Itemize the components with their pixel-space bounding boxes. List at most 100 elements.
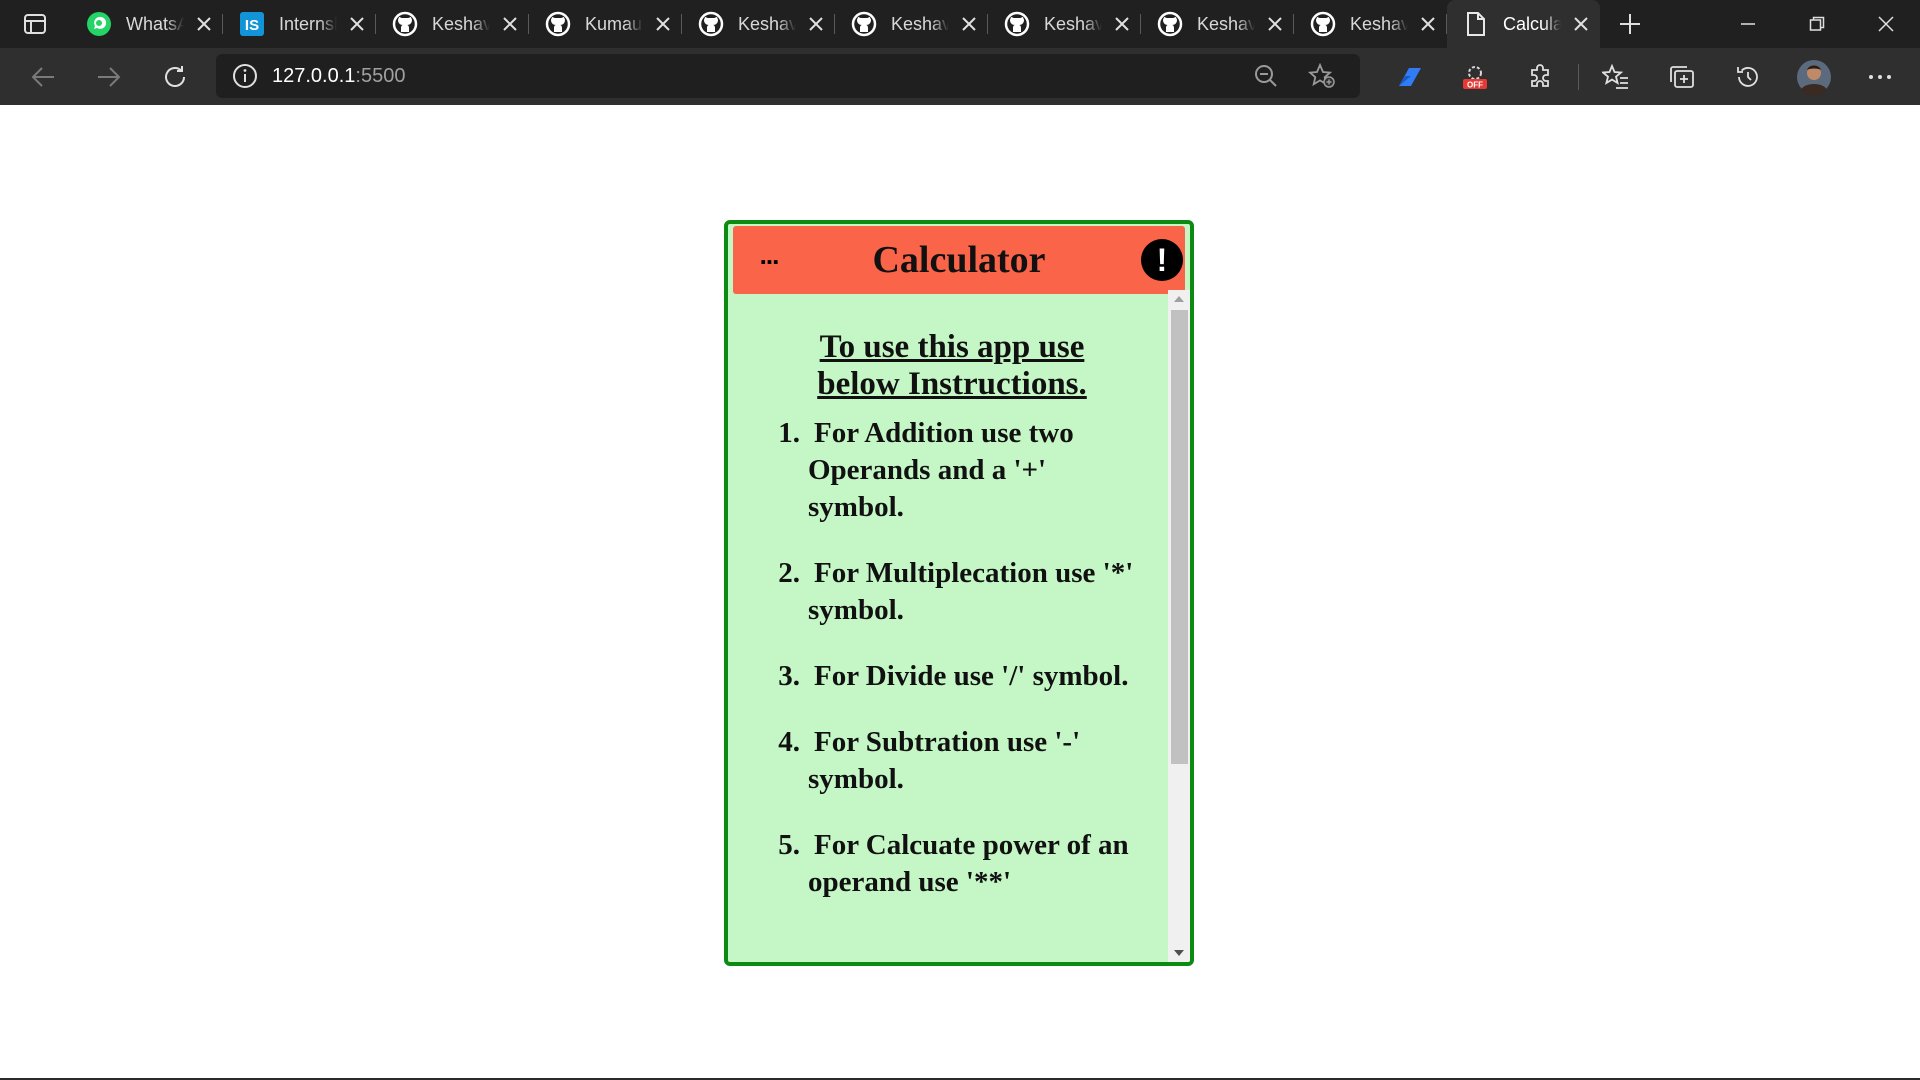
- add-favorite-button[interactable]: [1294, 54, 1350, 98]
- arrow-left-icon: [31, 66, 54, 87]
- close-window-button[interactable]: [1851, 0, 1920, 48]
- tab-title: Keshav: [891, 13, 949, 34]
- puzzle-icon: [1531, 63, 1549, 87]
- triangle-up-icon: [1174, 296, 1184, 302]
- tab-bar: WhatsApp IS Internshala Keshav Kumau: [0, 0, 1920, 48]
- calculator-header: ... Calculator !: [733, 226, 1185, 294]
- tab-title: Keshav: [432, 13, 490, 34]
- tab-github[interactable]: Keshav: [1141, 0, 1294, 48]
- close-tab-icon[interactable]: [500, 14, 520, 34]
- plus-icon: [1620, 14, 1640, 34]
- back-button[interactable]: [10, 52, 76, 102]
- calculator-app: ... Calculator ! To use this app use bel…: [724, 220, 1194, 966]
- address-bar[interactable]: 127.0.0.1:5500: [216, 54, 1360, 98]
- site-info-icon[interactable]: [232, 63, 258, 89]
- tab-title: Calculator: [1503, 13, 1561, 34]
- zoom-button[interactable]: [1238, 54, 1294, 98]
- minimize-button[interactable]: [1713, 0, 1782, 48]
- github-icon: [1004, 11, 1030, 37]
- tab-github[interactable]: Keshav: [835, 0, 988, 48]
- instruction-text: For Calcuate power of an operand use '**…: [808, 829, 1129, 898]
- close-tab-icon[interactable]: [1112, 14, 1132, 34]
- close-icon: [1877, 16, 1894, 32]
- settings-menu-button[interactable]: [1847, 52, 1913, 102]
- instructions-heading: To use this app use below Instructions.: [817, 329, 1087, 402]
- restore-button[interactable]: [1782, 0, 1851, 48]
- tab-title: WhatsApp: [126, 13, 184, 34]
- tab-title: Keshav: [738, 13, 796, 34]
- tab-github[interactable]: Keshav: [682, 0, 835, 48]
- url-text[interactable]: 127.0.0.1:5500: [272, 65, 405, 88]
- close-tab-icon[interactable]: [653, 14, 673, 34]
- avatar: [1797, 59, 1831, 95]
- info-button[interactable]: !: [1141, 239, 1183, 281]
- scrollbar[interactable]: [1168, 290, 1190, 962]
- triangle-down-icon: [1174, 950, 1184, 956]
- extension-button[interactable]: [1376, 52, 1442, 102]
- instruction-number: 1.: [778, 417, 800, 449]
- github-icon: [1310, 11, 1336, 37]
- scroll-up-button[interactable]: [1168, 290, 1190, 308]
- close-tab-icon[interactable]: [1418, 14, 1438, 34]
- tab-title: Keshav: [1044, 13, 1102, 34]
- star-add-icon: [1308, 63, 1335, 88]
- favorites-icon: [1602, 63, 1628, 89]
- scrollbar-thumb[interactable]: [1171, 310, 1188, 764]
- close-tab-icon[interactable]: [347, 14, 367, 34]
- instructions-list: 1. For Addition use two Operands and a '…: [768, 415, 1148, 930]
- tab-github[interactable]: Kumau: [529, 0, 682, 48]
- extensions-button[interactable]: [1508, 52, 1574, 102]
- instruction-item: 4. For Subtration use '-' symbol.: [768, 724, 1148, 798]
- tab-github[interactable]: Keshav: [376, 0, 529, 48]
- window-controls: [1713, 0, 1920, 48]
- collections-icon: [1670, 65, 1694, 88]
- tab-calculator[interactable]: Calculator: [1447, 0, 1600, 48]
- zoom-out-icon: [1255, 65, 1277, 87]
- github-icon: [1157, 11, 1183, 37]
- url-port: :5500: [355, 64, 406, 87]
- favorites-button[interactable]: [1583, 52, 1649, 102]
- tab-github[interactable]: Keshav: [1294, 0, 1447, 48]
- tab-github[interactable]: Keshav: [988, 0, 1141, 48]
- close-tab-icon[interactable]: [1571, 14, 1591, 34]
- tab-internshala[interactable]: IS Internshala: [223, 0, 376, 48]
- history-icon: [1737, 66, 1758, 87]
- github-icon: [851, 11, 877, 37]
- refresh-button[interactable]: [142, 52, 208, 102]
- instruction-number: 4.: [778, 726, 800, 758]
- power-automate-icon: [1399, 67, 1421, 86]
- calculator-title: Calculator: [872, 239, 1046, 281]
- internshala-icon: IS: [239, 11, 265, 37]
- restore-icon: [1809, 16, 1824, 31]
- toolbar-divider: [1578, 63, 1579, 90]
- whatsapp-icon: [86, 11, 112, 37]
- svg-text:IS: IS: [245, 17, 259, 34]
- close-tab-icon[interactable]: [194, 14, 214, 34]
- forward-button[interactable]: [76, 52, 142, 102]
- close-tab-icon[interactable]: [1265, 14, 1285, 34]
- new-tab-button[interactable]: [1600, 0, 1660, 48]
- tab-whatsapp[interactable]: WhatsApp: [70, 0, 223, 48]
- profile-button[interactable]: [1781, 52, 1847, 102]
- instruction-text: For Subtration use '-' symbol.: [808, 726, 1081, 795]
- close-tab-icon[interactable]: [806, 14, 826, 34]
- instructions-panel: To use this app use below Instructions. …: [728, 294, 1168, 962]
- page-icon: [1463, 11, 1489, 37]
- minimize-icon: [1740, 23, 1755, 25]
- instruction-number: 3.: [778, 660, 800, 692]
- tab-title: Internshala: [279, 13, 337, 34]
- instruction-item: 3. For Divide use '/' symbol.: [768, 658, 1148, 695]
- url-host: 127.0.0.1: [272, 64, 356, 87]
- instruction-number: 2.: [778, 557, 800, 589]
- tab-actions-button[interactable]: [0, 0, 70, 48]
- instruction-number: 5.: [778, 829, 800, 861]
- history-button[interactable]: [1715, 52, 1781, 102]
- close-tab-icon[interactable]: [959, 14, 979, 34]
- svg-text:OFF: OFF: [1467, 80, 1483, 89]
- tab-title: Keshav: [1350, 13, 1408, 34]
- instruction-text: For Divide use '/' symbol.: [814, 660, 1129, 692]
- instruction-item: 2. For Multiplecation use '*' symbol.: [768, 555, 1148, 629]
- collections-button[interactable]: [1649, 52, 1715, 102]
- scroll-down-button[interactable]: [1168, 944, 1190, 962]
- extension-button[interactable]: OFF: [1442, 52, 1508, 102]
